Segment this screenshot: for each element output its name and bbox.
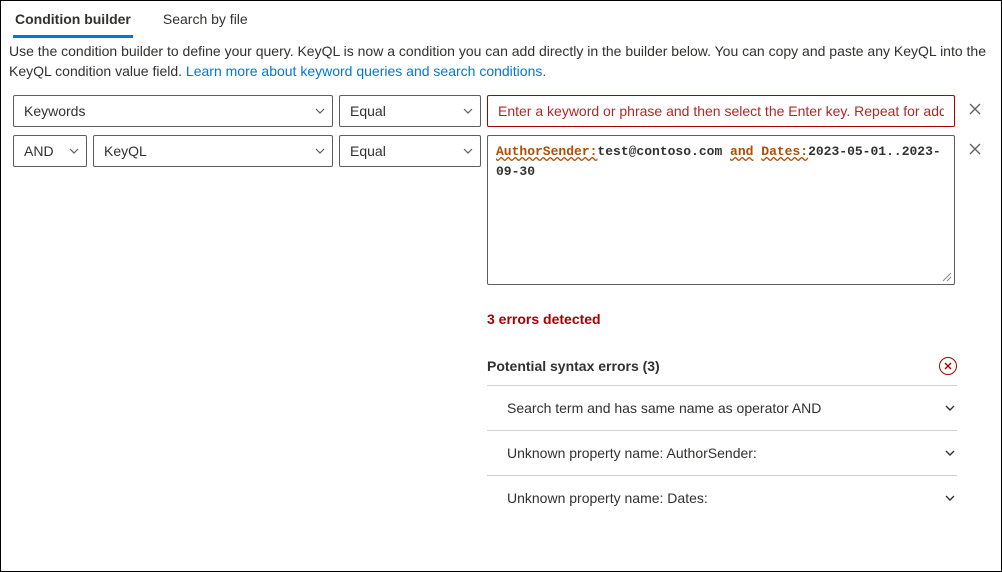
keyql-textarea[interactable]: AuthorSender:test@contoso.com and Dates:… bbox=[487, 135, 955, 285]
chevron-down-icon bbox=[943, 401, 957, 415]
chevron-down-icon bbox=[68, 145, 80, 157]
error-item[interactable]: Search term and has same name as operato… bbox=[487, 385, 957, 430]
keyql-token-error: AuthorSender: bbox=[496, 144, 597, 159]
error-text: Unknown property name: Dates: bbox=[507, 490, 708, 506]
condition-builder: Keywords Equal AND bbox=[1, 95, 1001, 285]
chevron-down-icon bbox=[943, 491, 957, 505]
tabs-bar: Condition builder Search by file bbox=[1, 1, 1001, 38]
error-group-header: Potential syntax errors (3) bbox=[487, 357, 957, 375]
error-text: Search term and has same name as operato… bbox=[507, 400, 821, 416]
remove-row-button[interactable] bbox=[968, 102, 982, 116]
condition-row: AND KeyQL Equal AuthorSend bbox=[13, 135, 989, 285]
keyql-token: test@contoso.com bbox=[597, 144, 730, 159]
error-panel: 3 errors detected Potential syntax error… bbox=[487, 293, 1001, 520]
operator-select[interactable]: Equal bbox=[339, 135, 481, 167]
chevron-down-icon bbox=[943, 446, 957, 460]
errors-detected-label: 3 errors detected bbox=[487, 311, 957, 327]
logic-label: AND bbox=[24, 143, 54, 159]
tab-condition-builder[interactable]: Condition builder bbox=[13, 7, 133, 38]
keyql-token-error: and bbox=[730, 144, 753, 159]
field-select-keyql[interactable]: KeyQL bbox=[93, 135, 333, 167]
logic-select[interactable]: AND bbox=[13, 135, 87, 167]
chevron-down-icon bbox=[462, 145, 474, 157]
keywords-input[interactable] bbox=[487, 95, 955, 127]
condition-row: Keywords Equal bbox=[13, 95, 989, 127]
error-group-title: Potential syntax errors (3) bbox=[487, 358, 660, 374]
remove-row-button[interactable] bbox=[968, 142, 982, 156]
chevron-down-icon bbox=[314, 105, 326, 117]
operator-label: Equal bbox=[350, 143, 386, 159]
chevron-down-icon bbox=[314, 145, 326, 157]
resize-handle-icon[interactable] bbox=[940, 270, 952, 282]
description-text: Use the condition builder to define your… bbox=[1, 38, 1001, 95]
field-select-label: KeyQL bbox=[104, 143, 147, 159]
tab-search-by-file[interactable]: Search by file bbox=[161, 7, 250, 38]
field-select-keywords[interactable]: Keywords bbox=[13, 95, 333, 127]
error-item[interactable]: Unknown property name: Dates: bbox=[487, 475, 957, 520]
field-select-label: Keywords bbox=[24, 103, 85, 119]
keyql-token-error: Dates: bbox=[761, 144, 808, 159]
chevron-down-icon bbox=[462, 105, 474, 117]
operator-select[interactable]: Equal bbox=[339, 95, 481, 127]
operator-label: Equal bbox=[350, 103, 386, 119]
learn-more-link[interactable]: Learn more about keyword queries and sea… bbox=[186, 63, 546, 79]
error-text: Unknown property name: AuthorSender: bbox=[507, 445, 757, 461]
error-item[interactable]: Unknown property name: AuthorSender: bbox=[487, 430, 957, 475]
dismiss-errors-button[interactable] bbox=[939, 357, 957, 375]
